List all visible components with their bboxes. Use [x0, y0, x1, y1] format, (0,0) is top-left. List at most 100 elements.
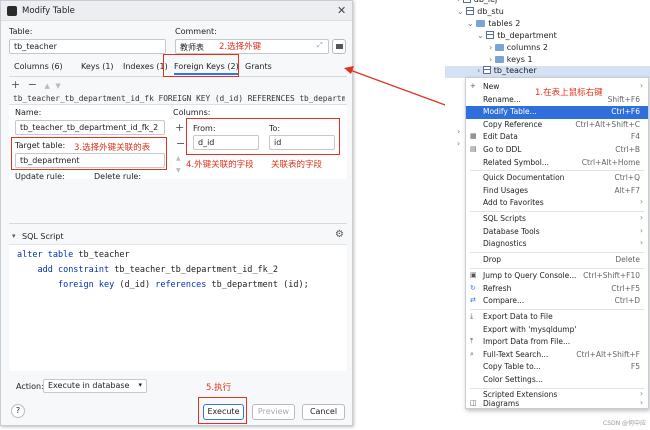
- column-up-icon[interactable]: ▲: [176, 155, 181, 162]
- chevron-right-icon: ›: [640, 81, 643, 90]
- fk-list-item[interactable]: tb_teacher_tb_department_id_fk FOREIGN K…: [13, 94, 345, 103]
- menu-item-modify-table[interactable]: Modify Table... Ctrl+F6: [466, 106, 648, 119]
- sql-editor[interactable]: alter table tb_teacher add constraint tb…: [9, 244, 347, 371]
- menu-item-drop[interactable]: Drop Delete: [466, 254, 648, 267]
- tree-item-db-stu[interactable]: ⌄ db_stu: [457, 7, 504, 19]
- annotation-box-foreign-keys-tab: [163, 54, 239, 77]
- chevron-right-icon: ›: [489, 55, 493, 64]
- menu-item-jump-to-query-console[interactable]: ▣ Jump to Query Console... Ctrl+Shift+F10: [466, 270, 648, 283]
- tab-indexes[interactable]: Indexes (1): [123, 62, 168, 71]
- chevron-right-icon: ›: [640, 238, 643, 248]
- remove-column-icon[interactable]: −: [176, 137, 185, 150]
- menu-item-refresh[interactable]: ↻ Refresh Ctrl+F5: [466, 283, 648, 296]
- menu-item-full-text-search[interactable]: ⌕ Full-Text Search... Ctrl+Alt+Shift+F: [466, 349, 648, 362]
- dialog-title: Modify Table: [22, 6, 75, 16]
- delete-rule-label: Delete rule:: [94, 172, 142, 181]
- move-up-icon[interactable]: ▲: [44, 82, 49, 90]
- tree-item-db-lej[interactable]: › db_lej: [457, 0, 497, 7]
- chevron-down-icon: ⌄: [477, 31, 484, 40]
- chevron-right-icon: ›: [457, 139, 461, 148]
- move-down-icon[interactable]: ▼: [55, 82, 60, 90]
- action-select[interactable]: Execute in database ▾: [43, 379, 147, 393]
- fk-toolbar: + − ▲ ▼: [11, 78, 61, 91]
- table-icon: [486, 31, 495, 39]
- menu-item-edit-data[interactable]: ▦ Edit Data F4: [466, 131, 648, 144]
- column-down-icon[interactable]: ▼: [176, 167, 181, 174]
- annotation-1: 1.在表上鼠标右键: [535, 88, 603, 98]
- table-icon: [482, 66, 491, 74]
- console-icon: ▣: [470, 271, 477, 279]
- folder-icon: [476, 20, 486, 27]
- tree-item-tb-department[interactable]: ⌄ tb_department: [477, 31, 557, 43]
- menu-item-find-usages[interactable]: Find Usages Alt+F7: [466, 185, 648, 198]
- grid-icon: ▦: [470, 132, 477, 141]
- menu-item-add-to-favorites[interactable]: Add to Favorites ›: [466, 197, 648, 210]
- name-label: Name:: [15, 108, 42, 117]
- chevron-right-icon: ›: [640, 213, 643, 222]
- chevron-right-icon: ›: [640, 197, 643, 207]
- cancel-button[interactable]: Cancel: [302, 404, 345, 420]
- tree-item-columns[interactable]: › columns 2: [489, 43, 548, 55]
- chevron-right-icon: ›: [477, 66, 481, 75]
- table-label: Table:: [9, 27, 33, 36]
- chevron-down-icon: ▾: [138, 381, 142, 389]
- preview-button[interactable]: Preview: [252, 404, 295, 420]
- table-name-input[interactable]: tb_teacher: [9, 39, 166, 54]
- search-icon: ⌕: [470, 349, 474, 358]
- menu-item-export-with-mysqldump[interactable]: Export with 'mysqldump': [466, 324, 648, 337]
- export-icon: ⤓: [470, 312, 474, 320]
- annotation-4a: 4.外键关联的字段: [186, 160, 254, 170]
- tab-grants[interactable]: Grants: [245, 62, 272, 71]
- folder-icon: [494, 56, 504, 63]
- collapse-icon[interactable]: ▾: [12, 232, 16, 240]
- chevron-down-icon: ⌄: [457, 7, 464, 16]
- comment-edit-button[interactable]: [332, 39, 346, 54]
- add-icon[interactable]: +: [11, 78, 20, 91]
- menu-item-color-settings[interactable]: Color Settings...: [466, 374, 648, 387]
- comment-label: Comment:: [175, 27, 217, 36]
- chevron-right-icon: ›: [640, 397, 643, 407]
- ddl-icon: ▤: [470, 145, 477, 153]
- plus-icon: +: [470, 82, 476, 90]
- menu-item-related-symbol[interactable]: Related Symbol... Ctrl+Alt+Home: [466, 157, 648, 170]
- chevron-right-icon: ›: [457, 0, 460, 4]
- menu-item-copy-reference[interactable]: Copy Reference Ctrl+Alt+Shift+C: [466, 119, 648, 132]
- expand-icon[interactable]: ⤢: [317, 41, 323, 50]
- chevron-right-icon: ›: [489, 43, 493, 52]
- action-label: Action:: [16, 382, 44, 391]
- menu-item-import-data-from-file[interactable]: ⤒ Import Data from File...: [466, 336, 648, 349]
- settings-icon[interactable]: ⚙: [335, 229, 344, 240]
- menu-item-diagnostics[interactable]: Diagnostics ›: [466, 238, 648, 251]
- sql-line-1: alter table tb_teacher: [17, 250, 130, 260]
- app-icon: [7, 6, 17, 16]
- menu-item-quick-documentation[interactable]: Quick Documentation Ctrl+Q: [466, 172, 648, 185]
- tree-item-tables[interactable]: ⌄ tables 2: [467, 19, 520, 31]
- menu-item-copy-table-to[interactable]: Copy Table to... F5: [466, 361, 648, 374]
- help-button[interactable]: ?: [11, 404, 25, 418]
- menu-item-database-tools[interactable]: Database Tools ›: [466, 226, 648, 239]
- diagram-icon: ◫: [470, 398, 477, 407]
- sql-script-title: SQL Script: [22, 232, 64, 241]
- menu-item-diagrams[interactable]: ◫ Diagrams ›: [466, 398, 648, 411]
- context-menu: + New › Rename... Shift+F6 Modify Table... C…: [465, 77, 649, 409]
- sql-line-3: foreign key (d_id) references tb_departm…: [57, 280, 309, 290]
- menu-separator: [470, 252, 644, 253]
- menu-item-go-to-ddl[interactable]: ▤ Go to DDL Ctrl+B: [466, 144, 648, 157]
- add-column-icon[interactable]: +: [175, 121, 184, 134]
- update-rule-label: Update rule:: [15, 172, 65, 181]
- menu-item-compare[interactable]: ⇄ Compare... Ctrl+D: [466, 295, 648, 308]
- close-icon[interactable]: ✕: [337, 4, 346, 17]
- annotation-box-columns: [186, 118, 340, 155]
- tab-keys[interactable]: Keys (1): [81, 62, 114, 71]
- remove-icon[interactable]: −: [28, 78, 37, 91]
- annotation-5: 5.执行: [206, 383, 232, 393]
- menu-separator: [470, 268, 644, 269]
- watermark: CSDN @何中应: [603, 420, 647, 427]
- menu-item-sql-scripts[interactable]: SQL Scripts ›: [466, 213, 648, 226]
- tab-columns[interactable]: Columns (6): [14, 62, 63, 71]
- annotation-4b: 关联表的字段: [271, 160, 323, 170]
- menu-item-export-data-to-file[interactable]: ⤓ Export Data to File: [466, 311, 648, 324]
- splitter[interactable]: [9, 223, 347, 224]
- fk-name-input[interactable]: tb_teacher_tb_department_id_fk_2: [15, 120, 165, 135]
- comment-icon: [335, 44, 343, 49]
